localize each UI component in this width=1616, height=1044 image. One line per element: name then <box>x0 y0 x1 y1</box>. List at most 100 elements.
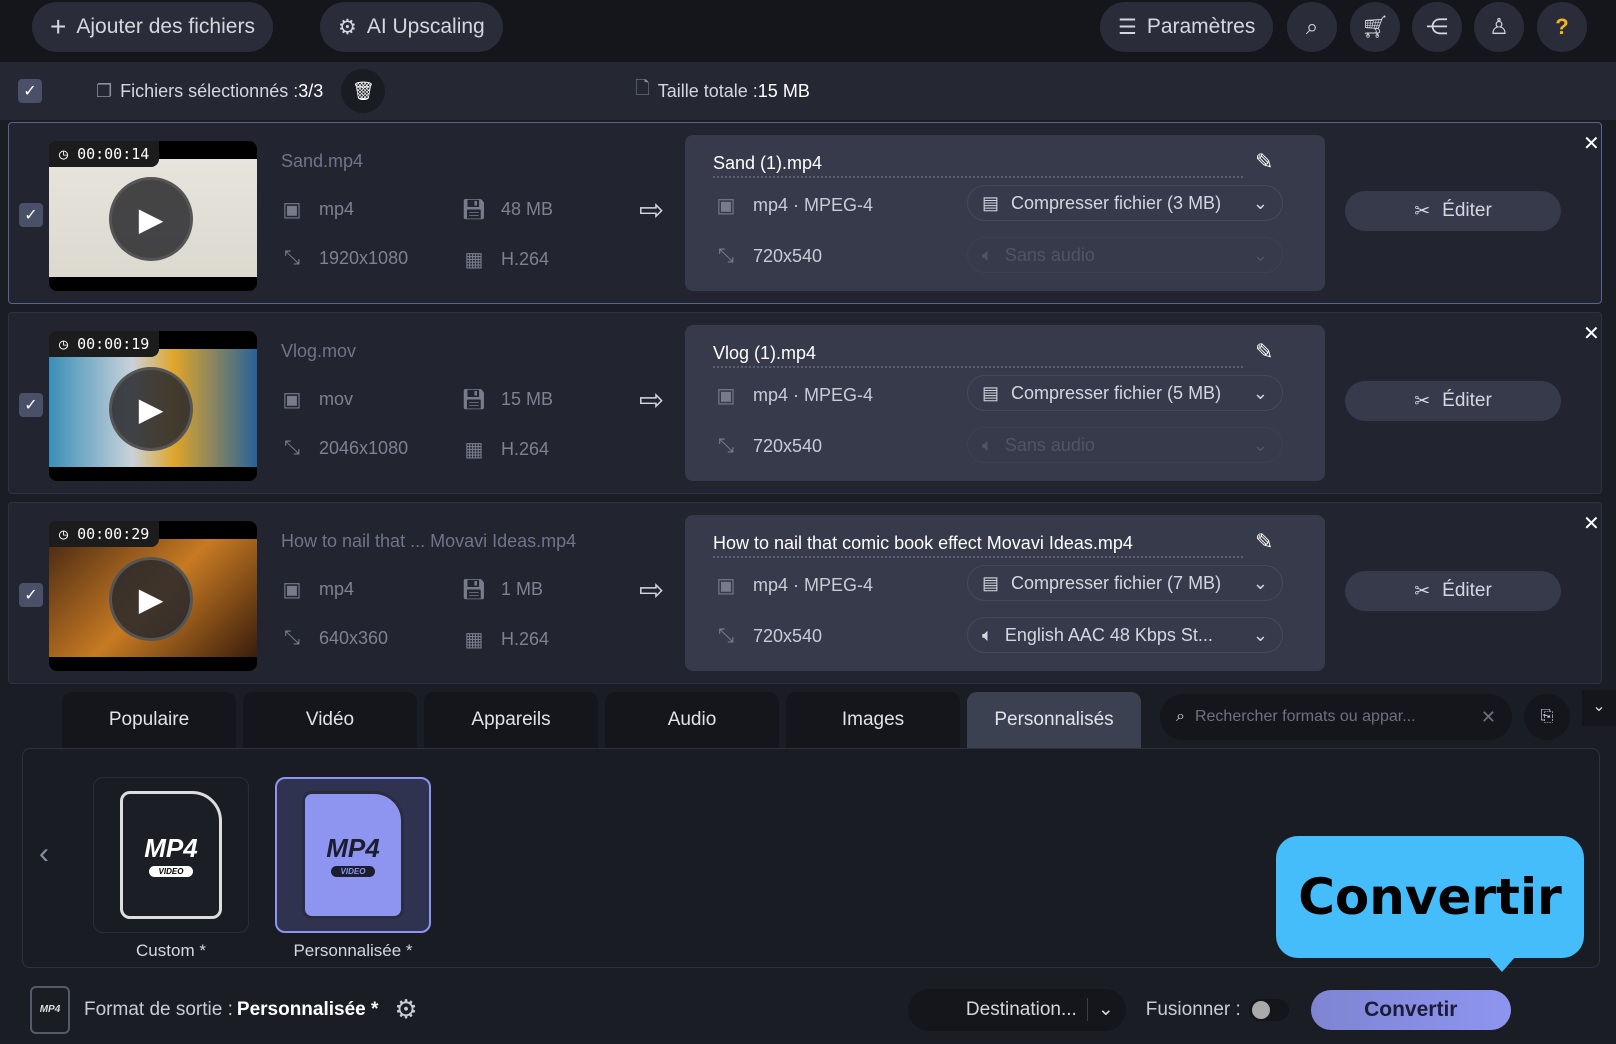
compress-icon: ▤ <box>982 192 1000 213</box>
clear-search-icon[interactable]: ✕ <box>1481 707 1496 728</box>
remove-file-icon[interactable]: ✕ <box>1583 511 1600 536</box>
source-filename: How to nail that ... Movavi Ideas.mp4 <box>281 531 577 551</box>
source-codec: ▦ H.264 <box>461 247 550 272</box>
file-icon: 🗋 <box>635 78 650 98</box>
save-icon: 💾︎ <box>461 579 487 601</box>
film-icon: ▦ <box>464 249 484 271</box>
edit-button[interactable]: ✂ Éditer <box>1345 191 1561 231</box>
tab-populaire[interactable]: Populaire <box>62 692 236 748</box>
tab-vidéo[interactable]: Vidéo <box>243 692 417 748</box>
file-checkbox[interactable]: ✓ <box>19 393 43 417</box>
convert-button[interactable]: Convertir <box>1310 989 1511 1030</box>
compress-dropdown[interactable]: ▤ Compresser fichier (7 MB) ⌄ <box>967 565 1283 601</box>
scroll-left-icon[interactable]: ‹ <box>39 837 49 871</box>
destination-dropdown[interactable]: Destination... ⌄ <box>907 988 1126 1031</box>
scissors-icon: ✂ <box>1414 580 1431 602</box>
video-thumbnail[interactable]: ◷ 00:00:29 ▶ <box>49 521 257 671</box>
output-filename[interactable]: Vlog (1).mp4 <box>713 343 1243 368</box>
merge-label: Fusionner : <box>1145 998 1241 1020</box>
compress-icon: ▤ <box>982 572 1000 593</box>
cart-icon[interactable]: 🛒︎ <box>1350 2 1400 52</box>
duration: ◷ 00:00:19 <box>49 331 160 357</box>
tab-audio[interactable]: Audio <box>605 692 779 748</box>
help-icon[interactable]: ? <box>1537 2 1587 52</box>
output-card: How to nail that comic book effect Movav… <box>685 515 1325 671</box>
remove-file-icon[interactable]: ✕ <box>1583 321 1600 346</box>
delete-button[interactable]: 🗑︎ <box>341 69 386 113</box>
format-preset-personnalisee[interactable]: MP4 VIDEO <box>275 777 431 933</box>
search-placeholder: Rechercher formats ou appar... <box>1194 708 1416 725</box>
tab-images[interactable]: Images <box>786 692 960 748</box>
output-resolution: ⤡ 720x540 <box>713 435 822 458</box>
remove-file-icon[interactable]: ✕ <box>1583 131 1600 156</box>
audio-dropdown[interactable]: 🔈︎ Sans audio ⌄ <box>967 427 1283 463</box>
tab-appareils[interactable]: Appareils <box>424 692 598 748</box>
save-icon: 💾︎ <box>461 389 487 411</box>
output-filename[interactable]: How to nail that comic book effect Movav… <box>713 533 1243 558</box>
play-icon[interactable]: ▶ <box>109 177 193 261</box>
video-thumbnail[interactable]: ◷ 00:00:19 ▶ <box>49 331 257 481</box>
merge-toggle[interactable] <box>1248 998 1289 1021</box>
bottom-bar: MP4 Format de sortie : Personnalisée * ⚙… <box>0 975 1616 1044</box>
compress-dropdown[interactable]: ▤ Compresser fichier (5 MB) ⌄ <box>967 375 1283 411</box>
format-preset-label: Custom * <box>136 941 206 960</box>
share-icon[interactable]: ⋲ <box>1412 2 1462 52</box>
file-row: ✓ ◷ 00:00:29 ▶ How to nail that ... Mova… <box>8 502 1602 684</box>
search-icon[interactable]: ⌕ <box>1287 2 1337 52</box>
collapse-chevron-icon[interactable]: ⌄ <box>1582 690 1616 726</box>
search-formats-input[interactable]: ⌕ Rechercher formats ou appar... ✕ <box>1160 694 1512 740</box>
settings-label: Paramètres <box>1146 15 1256 38</box>
file-checkbox[interactable]: ✓ <box>19 203 43 227</box>
play-icon[interactable]: ▶ <box>109 367 193 451</box>
rename-pencil-icon[interactable]: ✎ <box>1255 529 1273 555</box>
duration: ◷ 00:00:14 <box>49 141 160 167</box>
ai-upscaling-button[interactable]: ⚙ AI Upscaling <box>320 2 503 52</box>
play-icon[interactable]: ▶ <box>109 557 193 641</box>
compress-dropdown[interactable]: ▤ Compresser fichier (3 MB) ⌄ <box>967 185 1283 221</box>
output-card: Sand (1).mp4 ✎ ▣ mp4 · MPEG-4 ⤡ 720x540 ▤ C… <box>685 135 1325 291</box>
scissors-icon: ✂ <box>1414 390 1431 412</box>
user-icon[interactable]: ♙ <box>1474 2 1524 52</box>
mp4-icon: MP4 VIDEO <box>302 791 404 919</box>
edit-button[interactable]: ✂ Éditer <box>1345 571 1561 611</box>
audio-dropdown[interactable]: 🔈︎ English AAC 48 Kbps St... ⌄ <box>967 617 1283 653</box>
resize-icon: ⤡ <box>718 435 734 457</box>
resize-icon: ⤡ <box>284 627 300 649</box>
video-format-icon: ▣ <box>282 579 302 601</box>
source-filename: Sand.mp4 <box>281 151 364 171</box>
output-resolution: ⤡ 720x540 <box>713 245 822 268</box>
search-icon: ⌕ <box>1176 708 1185 725</box>
output-filename[interactable]: Sand (1).mp4 <box>713 153 1243 178</box>
video-format-icon: ▣ <box>282 389 302 411</box>
source-format: ▣ mov <box>279 387 353 412</box>
detect-device-icon[interactable]: ⎘ <box>1524 694 1570 740</box>
settings-button[interactable]: ☰ Paramètres <box>1100 2 1274 52</box>
file-checkbox[interactable]: ✓ <box>19 583 43 607</box>
chevron-down-icon: ⌄ <box>1252 572 1268 593</box>
video-thumbnail[interactable]: ◷ 00:00:14 ▶ <box>49 141 257 291</box>
scissors-icon: ✂ <box>1414 200 1431 222</box>
tab-personnalisés[interactable]: Personnalisés <box>967 692 1141 748</box>
output-format-icon[interactable]: MP4 <box>30 985 70 1034</box>
chevron-down-icon: ⌄ <box>1086 998 1114 1021</box>
rename-pencil-icon[interactable]: ✎ <box>1255 149 1273 175</box>
audio-dropdown[interactable]: 🔈︎ Sans audio ⌄ <box>967 237 1283 273</box>
source-resolution: ⤡ 1920x1080 <box>279 247 408 270</box>
output-resolution: ⤡ 720x540 <box>713 625 822 648</box>
select-all-checkbox[interactable]: ✓ <box>18 79 42 103</box>
file-row: ✓ ◷ 00:00:14 ▶ Sand.mp4 ▣ mp4 💾︎ 48 MB ⤡ 19… <box>8 122 1602 304</box>
speaker-icon: 🔈︎ <box>982 434 993 455</box>
format-preset-custom[interactable]: MP4 VIDEO <box>93 777 249 933</box>
edit-button[interactable]: ✂ Éditer <box>1345 381 1561 421</box>
output-card: Vlog (1).mp4 ✎ ▣ mp4 · MPEG-4 ⤡ 720x540 ▤ C… <box>685 325 1325 481</box>
files-icon: ❐ <box>96 80 113 101</box>
rename-pencil-icon[interactable]: ✎ <box>1255 339 1273 365</box>
mp4-icon: MP4 VIDEO <box>120 791 222 919</box>
gear-icon[interactable]: ⚙ <box>394 994 417 1025</box>
output-format-label: Format de sortie : <box>84 998 233 1020</box>
resize-icon: ⤡ <box>284 247 300 269</box>
resize-icon: ⤡ <box>284 437 300 459</box>
file-row: ✓ ◷ 00:00:19 ▶ Vlog.mov ▣ mov 💾︎ 15 MB ⤡ 20… <box>8 312 1602 494</box>
add-files-button[interactable]: + Ajouter des fichiers <box>32 2 273 52</box>
add-files-label: Ajouter des fichiers <box>76 15 255 38</box>
